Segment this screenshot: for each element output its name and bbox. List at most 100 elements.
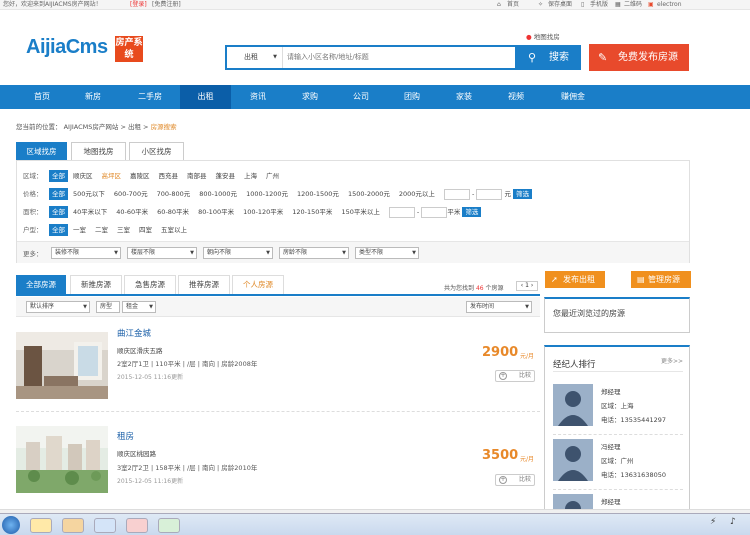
top-link-qrcode[interactable]: 二维码 bbox=[624, 0, 642, 10]
filter-price-option[interactable]: 800-1000元 bbox=[199, 188, 237, 200]
type-select[interactable]: 类型不限 ▼ bbox=[355, 247, 419, 259]
price-min-input[interactable] bbox=[443, 188, 470, 200]
decoration-select[interactable]: 装修不限 ▼ bbox=[51, 247, 121, 259]
filter-area-all[interactable]: 全部 bbox=[49, 170, 68, 182]
filter-size-all[interactable]: 全部 bbox=[49, 206, 68, 218]
filter-size-option[interactable]: 150平米以上 bbox=[341, 206, 379, 218]
search-type-select[interactable]: 出租 ▼ bbox=[227, 47, 283, 68]
listing-photo[interactable] bbox=[16, 426, 108, 493]
price-filter-button[interactable]: 筛选 bbox=[513, 189, 533, 199]
nav-decor[interactable]: 家装 bbox=[444, 85, 484, 109]
volume-icon[interactable]: ♪ bbox=[730, 517, 736, 527]
login-link[interactable]: [登录] bbox=[130, 0, 147, 10]
filter-layout-option[interactable]: 三室 bbox=[117, 224, 130, 236]
filter-area-option[interactable]: 南部县 bbox=[187, 170, 207, 182]
nav-commission[interactable]: 赚佣金 bbox=[551, 85, 595, 109]
taskbar-app-icon[interactable] bbox=[94, 518, 116, 533]
chevron-right-icon[interactable]: › bbox=[531, 282, 533, 289]
size-filter-button[interactable]: 筛选 bbox=[462, 207, 482, 217]
breadcrumb-site[interactable]: AIJIACMS房产网站 bbox=[64, 123, 119, 131]
filter-price-option[interactable]: 1200-1500元 bbox=[297, 188, 339, 200]
agent-card[interactable]: 郑经理 区域：上海 电话：13535441297 bbox=[553, 381, 683, 435]
filter-layout-option[interactable]: 四室 bbox=[139, 224, 152, 236]
filter-area-option[interactable]: 蓬安县 bbox=[216, 170, 236, 182]
start-button-icon[interactable] bbox=[2, 516, 20, 534]
publish-rent-button[interactable]: ➚ 发布出租 bbox=[545, 271, 605, 288]
tab-community-search[interactable]: 小区找房 bbox=[129, 142, 184, 160]
filter-size-option[interactable]: 100-120平米 bbox=[243, 206, 283, 218]
filter-area-option[interactable]: 嘉陵区 bbox=[130, 170, 150, 182]
filter-size-option[interactable]: 40-60平米 bbox=[116, 206, 148, 218]
search-button[interactable]: ⚲ 搜索 bbox=[517, 45, 581, 70]
tab-map-search[interactable]: 地图找房 bbox=[71, 142, 126, 160]
listing-title[interactable]: 曲江金城 bbox=[117, 327, 151, 339]
tab-recommended-listings[interactable]: 推荐房源 bbox=[178, 275, 230, 294]
price-max-input[interactable] bbox=[476, 188, 503, 200]
tab-all-listings[interactable]: 全部房源 bbox=[16, 275, 66, 294]
filter-area-option[interactable]: 高坪区 bbox=[102, 170, 122, 182]
compare-button[interactable]: + 比较 bbox=[495, 370, 535, 382]
nav-rent[interactable]: 出租 bbox=[180, 85, 231, 109]
filter-area-option[interactable]: 广州 bbox=[266, 170, 279, 182]
taskbar-app-icon[interactable] bbox=[30, 518, 52, 533]
agent-more-link[interactable]: 更多>> bbox=[661, 356, 683, 365]
top-link-map[interactable]: electron bbox=[657, 0, 682, 10]
filter-layout-option[interactable]: 五室以上 bbox=[161, 224, 187, 236]
nav-group-buy[interactable]: 团购 bbox=[392, 85, 432, 109]
pager[interactable]: ‹ 1 › bbox=[516, 281, 538, 291]
filter-size-option[interactable]: 80-100平米 bbox=[198, 206, 234, 218]
tab-area-search[interactable]: 区域找房 bbox=[16, 142, 67, 160]
map-search-link[interactable]: ● 地图找房 bbox=[526, 31, 560, 41]
nav-home[interactable]: 首页 bbox=[22, 85, 62, 109]
nav-company[interactable]: 公司 bbox=[341, 85, 381, 109]
register-link[interactable]: [免费注册] bbox=[152, 0, 181, 10]
filter-layout-all[interactable]: 全部 bbox=[49, 224, 68, 236]
manage-listings-button[interactable]: ▤ 管理房源 bbox=[631, 271, 691, 288]
age-select[interactable]: 房龄不限 ▼ bbox=[279, 247, 349, 259]
top-link-home[interactable]: 首页 bbox=[507, 0, 519, 10]
filter-price-option[interactable]: 600-700元 bbox=[114, 188, 148, 200]
filter-area-option[interactable]: 上海 bbox=[244, 170, 257, 182]
listing-title[interactable]: 租房 bbox=[117, 430, 134, 442]
filter-size-option[interactable]: 120-150平米 bbox=[292, 206, 332, 218]
time-select[interactable]: 发布时间 ▼ bbox=[466, 301, 532, 313]
filter-price-option[interactable]: 2000元以上 bbox=[399, 188, 435, 200]
top-link-desktop[interactable]: 保存桌面 bbox=[548, 0, 572, 10]
nav-buy-request[interactable]: 求购 bbox=[290, 85, 330, 109]
nav-second-hand[interactable]: 二手房 bbox=[128, 85, 172, 109]
tab-new-listings[interactable]: 新推房源 bbox=[70, 275, 122, 294]
nav-news[interactable]: 资讯 bbox=[238, 85, 278, 109]
filter-area-option[interactable]: 西充县 bbox=[159, 170, 179, 182]
tab-personal-listings[interactable]: 个人房源 bbox=[232, 275, 284, 294]
size-min-input[interactable] bbox=[388, 206, 415, 218]
top-link-mobile[interactable]: 手机版 bbox=[590, 0, 608, 10]
filter-price-option[interactable]: 1000-1200元 bbox=[246, 188, 288, 200]
orientation-select[interactable]: 朝向不限 ▼ bbox=[203, 247, 273, 259]
chevron-left-icon[interactable]: ‹ bbox=[521, 282, 523, 289]
publish-listing-button[interactable]: ✎ 免费发布房源 bbox=[589, 44, 689, 71]
rent-select[interactable]: 租金 ▼ bbox=[122, 301, 156, 313]
filter-price-option[interactable]: 700-800元 bbox=[157, 188, 191, 200]
taskbar-app-icon[interactable] bbox=[158, 518, 180, 533]
filter-price-option[interactable]: 1500-2000元 bbox=[348, 188, 390, 200]
sort-select[interactable]: 默认排序 ▼ bbox=[26, 301, 90, 313]
breadcrumb-rent[interactable]: 出租 bbox=[128, 123, 141, 131]
tab-urgent-listings[interactable]: 急售房源 bbox=[124, 275, 176, 294]
filter-size-option[interactable]: 60-80平米 bbox=[157, 206, 189, 218]
listing-photo[interactable] bbox=[16, 332, 108, 399]
floor-select[interactable]: 楼层不限 ▼ bbox=[127, 247, 197, 259]
network-icon[interactable]: ⚡ bbox=[710, 517, 716, 527]
taskbar-app-icon[interactable] bbox=[62, 518, 84, 533]
room-select[interactable]: 房型 bbox=[96, 301, 120, 313]
agent-card[interactable]: 冯经理 区域：广州 电话：13631638050 bbox=[553, 436, 683, 490]
compare-button[interactable]: + 比较 bbox=[495, 474, 535, 486]
nav-video[interactable]: 视频 bbox=[496, 85, 536, 109]
filter-layout-option[interactable]: 二室 bbox=[95, 224, 108, 236]
filter-price-option[interactable]: 500元以下 bbox=[73, 188, 105, 200]
filter-size-option[interactable]: 40平米以下 bbox=[73, 206, 107, 218]
site-logo[interactable]: AijiaCms bbox=[26, 36, 108, 59]
filter-area-option[interactable]: 顺庆区 bbox=[73, 170, 93, 182]
search-input[interactable] bbox=[287, 47, 515, 68]
filter-layout-option[interactable]: 一室 bbox=[73, 224, 86, 236]
taskbar-app-icon[interactable] bbox=[126, 518, 148, 533]
